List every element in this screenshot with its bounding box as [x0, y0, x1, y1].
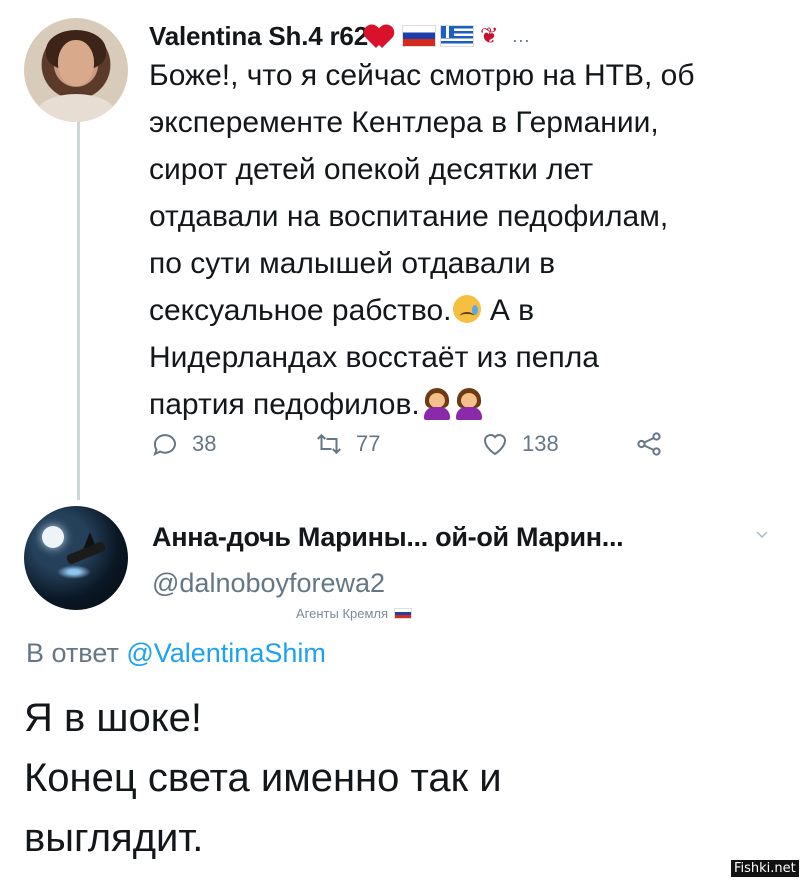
- tweet-text-line: отдавали на воспитание педофилам,: [149, 200, 669, 233]
- badge-text: Агенты Кремля: [296, 606, 389, 621]
- tweet-text-segment: сексуальное рабство.: [149, 294, 452, 327]
- tweet-text-line-with-emoji: партия педофилов.: [149, 381, 769, 428]
- russia-flag-icon: [394, 608, 413, 619]
- russia-flag-icon: [401, 25, 436, 47]
- retweet-button[interactable]: 77: [314, 429, 380, 459]
- greece-flag-icon: [439, 25, 474, 47]
- reply-icon: [153, 434, 176, 456]
- facepalm-icon: [422, 388, 452, 420]
- heart-icon: [370, 24, 398, 48]
- reply-count: 38: [192, 431, 217, 456]
- avatar[interactable]: [24, 506, 128, 610]
- tweet-text-segment: А в: [489, 294, 535, 327]
- retweet-count: 77: [356, 431, 381, 456]
- avatar-moon: [42, 526, 64, 548]
- watermark: Fishki.net: [731, 860, 799, 877]
- avatar-shoulder: [36, 94, 116, 122]
- tweet-text-line: Конец света именно так и: [24, 756, 502, 800]
- reply-context: В ответ @ValentinaShim: [26, 638, 326, 669]
- tweet-text: Я в шоке! Конец света именно так и выгля…: [24, 688, 502, 868]
- like-button[interactable]: 138: [480, 429, 559, 459]
- reply-prefix: В ответ: [26, 638, 119, 668]
- tweet-text-line: выглядит.: [24, 816, 204, 860]
- tweet-text-line-with-emoji: сексуальное рабство. А в: [149, 287, 769, 334]
- tweet-header: Valentina Sh.4 r62 ❦ ...: [149, 16, 530, 56]
- crying-face-icon: [453, 295, 482, 323]
- display-name[interactable]: Анна-дочь Марины... ой-ой Марин...: [152, 522, 624, 553]
- tweet-text-line: эксперементе Кентлера в Германии,: [149, 106, 659, 139]
- reply-to-link[interactable]: @ValentinaShim: [126, 638, 326, 668]
- tweet-text-line: по сути малышей отдавали в: [149, 247, 556, 280]
- tweet-text-line: Нидерландах восстаёт из пепла: [149, 341, 599, 374]
- tweet-text-line: Я в шоке!: [24, 696, 203, 740]
- account-label-badge: Агенты Кремля: [296, 606, 413, 621]
- more-ellipsis: ...: [512, 25, 531, 46]
- heart-outline-icon: [483, 434, 507, 456]
- like-count: 138: [522, 431, 559, 456]
- tweet-text: Боже!, что я сейчас смотрю на НТВ, об эк…: [149, 52, 769, 428]
- avatar[interactable]: [24, 18, 128, 122]
- display-name[interactable]: Valentina Sh.4 r62: [149, 21, 368, 52]
- rose-icon: ❦: [479, 23, 499, 49]
- retweet-icon: [317, 433, 341, 455]
- tweet-text-segment: партия педофилов.: [149, 388, 420, 421]
- reply-button[interactable]: 38: [150, 429, 216, 459]
- share-icon: [637, 432, 661, 456]
- avatar-face: [58, 40, 94, 86]
- tweet-text-line: сирот детей опекой десятки лет: [149, 153, 594, 186]
- chevron-down-icon[interactable]: [755, 528, 769, 542]
- tweet-text-line: Боже!, что я сейчас смотрю на НТВ, об: [149, 59, 695, 92]
- facepalm-icon: [454, 388, 484, 420]
- thread-connector-line: [77, 118, 80, 500]
- share-button[interactable]: [634, 429, 664, 459]
- user-handle[interactable]: @dalnoboyforewa2: [152, 568, 385, 599]
- avatar-sparkle: [54, 564, 94, 580]
